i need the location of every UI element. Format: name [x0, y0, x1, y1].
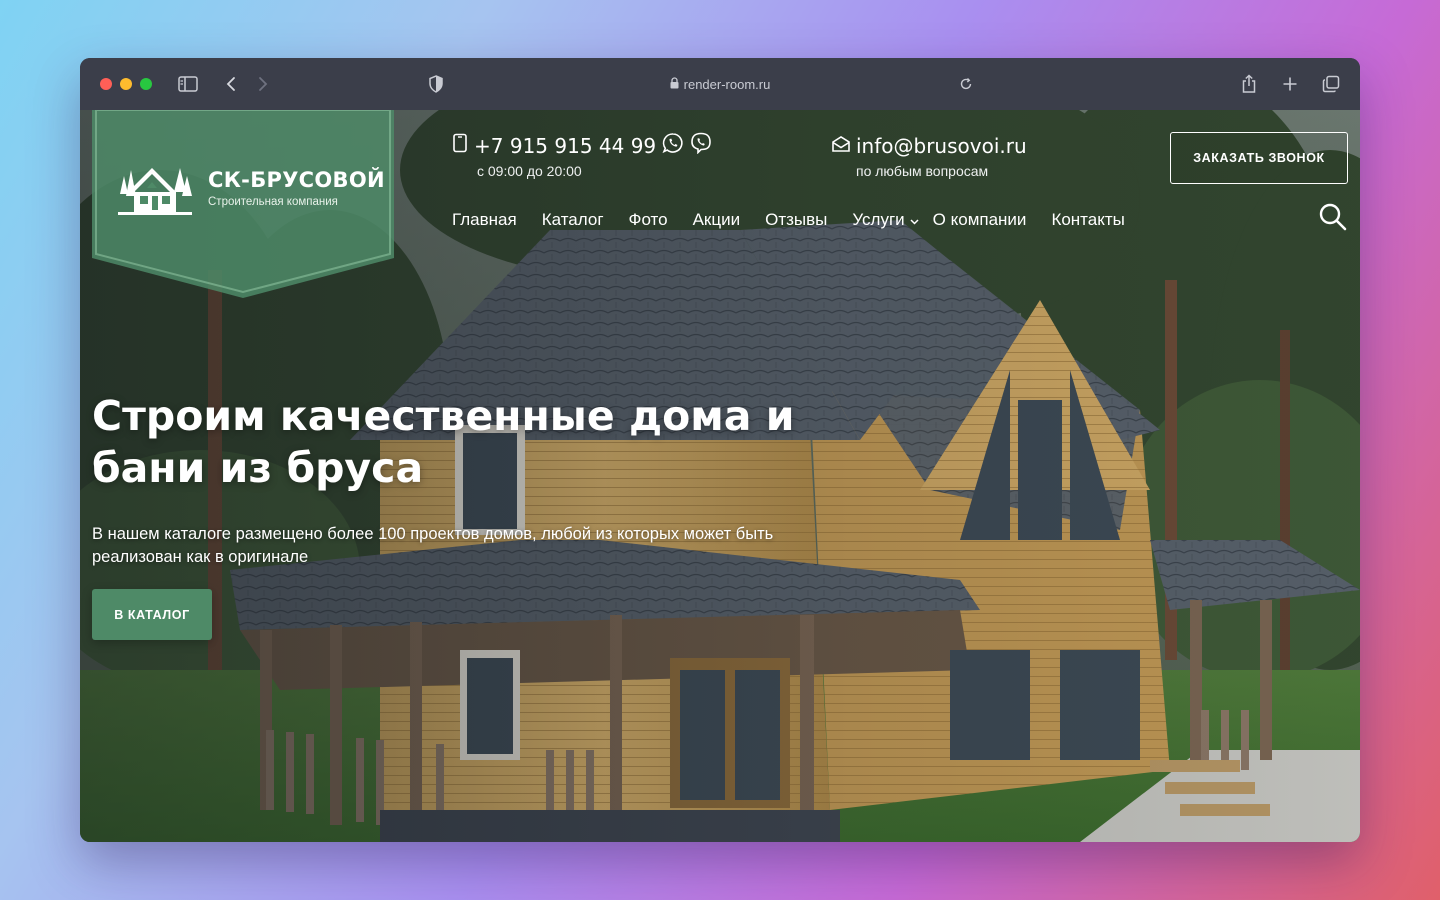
nav-item-services-label: Услуги — [852, 210, 905, 229]
reload-icon[interactable] — [955, 74, 977, 94]
shield-icon[interactable] — [425, 74, 447, 94]
email-note: по любым вопросам — [856, 163, 989, 179]
forward-icon[interactable] — [252, 74, 274, 94]
new-tab-icon[interactable] — [1279, 74, 1301, 94]
nav-item-about[interactable]: О компании — [933, 210, 1027, 230]
phone-number[interactable]: +7 915 915 44 99 — [474, 134, 656, 158]
nav-item-photo[interactable]: Фото — [629, 210, 668, 230]
tabs-icon[interactable] — [1320, 74, 1342, 94]
phone-contact: +7 915 915 44 99 — [452, 132, 712, 159]
email-address[interactable]: info@brusovoi.ru — [856, 134, 1027, 158]
nav-item-catalog[interactable]: Каталог — [542, 210, 604, 230]
browser-window: render-room.ru СК-БРУСОВОЙ Строительная … — [80, 58, 1360, 842]
whatsapp-icon[interactable] — [662, 132, 684, 159]
minimize-window-button[interactable] — [120, 78, 132, 90]
zoom-window-button[interactable] — [140, 78, 152, 90]
go-to-catalog-button[interactable]: В КАТАЛОГ — [92, 589, 212, 640]
nav-item-promotions[interactable]: Акции — [693, 210, 741, 230]
nav-item-reviews[interactable]: Отзывы — [765, 210, 827, 230]
search-icon[interactable] — [1318, 202, 1348, 232]
url-text: render-room.ru — [683, 76, 771, 92]
main-nav: Главная Каталог Фото Акции Отзывы Услуги… — [452, 208, 1150, 232]
nav-item-services[interactable]: Услуги — [852, 210, 919, 230]
email-contact: info@brusovoi.ru — [831, 134, 1027, 158]
mobile-phone-icon — [452, 133, 468, 158]
request-callback-button[interactable]: ЗАКАЗАТЬ ЗВОНОК — [1170, 132, 1348, 184]
nav-item-home[interactable]: Главная — [452, 210, 517, 230]
browser-toolbar: render-room.ru — [80, 58, 1360, 110]
envelope-icon — [831, 134, 851, 158]
hero-title: Строим качественные дома и бани из бруса — [92, 392, 795, 492]
phone-hours: с 09:00 до 20:00 — [477, 163, 582, 179]
log-cabin-icon — [118, 168, 192, 215]
brand-name: СК-БРУСОВОЙ — [208, 168, 385, 192]
sidebar-icon[interactable] — [177, 74, 199, 94]
share-icon[interactable] — [1238, 74, 1260, 94]
nav-item-contacts[interactable]: Контакты — [1051, 210, 1124, 230]
close-window-button[interactable] — [100, 78, 112, 90]
viber-icon[interactable] — [690, 132, 712, 159]
lock-icon — [670, 76, 679, 92]
back-icon[interactable] — [220, 74, 242, 94]
address-bar[interactable]: render-room.ru — [640, 74, 800, 94]
chevron-down-icon — [910, 210, 919, 230]
brand-tagline: Строительная компания — [208, 196, 338, 208]
hero-description: В нашем каталоге размещено более 100 про… — [92, 525, 774, 566]
website: СК-БРУСОВОЙ Строительная компания +7 915… — [80, 110, 1360, 842]
